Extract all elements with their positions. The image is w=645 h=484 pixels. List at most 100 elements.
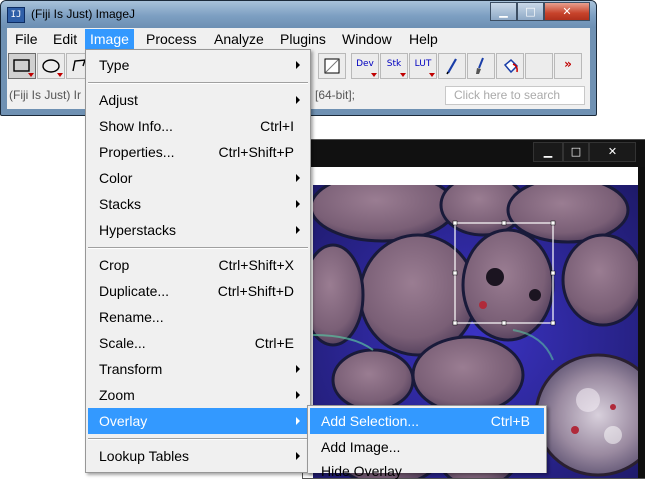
shortcut-label: Ctrl+Shift+P	[218, 144, 294, 160]
menu-item-properties[interactable]: Properties... Ctrl+Shift+P	[88, 139, 308, 165]
color-picker-tool[interactable]	[318, 53, 346, 79]
menu-separator	[88, 82, 308, 84]
submenu-arrow-icon	[296, 200, 300, 208]
menu-process[interactable]: Process	[141, 29, 202, 50]
status-text: (Fiji Is Just) Ir	[9, 88, 81, 102]
menu-item-duplicate[interactable]: Duplicate... Ctrl+Shift+D	[88, 278, 308, 304]
dev-label: Dev	[356, 59, 374, 69]
double-chevron-icon: »	[564, 57, 572, 71]
pencil-tool[interactable]	[438, 53, 466, 79]
empty-tool-slot[interactable]	[525, 53, 553, 79]
menu-item-label: Duplicate...	[99, 283, 170, 299]
submenu-arrow-icon	[296, 452, 300, 460]
menu-item-label: Adjust	[99, 92, 138, 108]
menu-plugins[interactable]: Plugins	[275, 29, 331, 50]
submenu-arrow-icon	[296, 174, 300, 182]
menu-window[interactable]: Window	[337, 29, 397, 50]
rectangle-tool[interactable]	[8, 53, 36, 79]
menu-item-crop[interactable]: Crop Ctrl+Shift+X	[88, 252, 308, 278]
menu-item-adjust[interactable]: Adjust	[88, 87, 308, 113]
shortcut-label: Ctrl+B	[490, 413, 530, 429]
submenu-arrow-icon	[296, 391, 300, 399]
image-window-title-bar[interactable]: ▁ □ ✕	[303, 140, 645, 167]
menu-item-label: Stacks	[99, 196, 142, 212]
menu-item-label: Show Info...	[99, 118, 173, 134]
shortcut-label: Ctrl+Shift+D	[217, 283, 294, 299]
menu-item-label: Scale...	[99, 335, 146, 351]
menu-item-label: Transform	[99, 361, 163, 377]
menu-item-transform[interactable]: Transform	[88, 356, 308, 382]
paint-bucket-icon	[503, 58, 519, 74]
menu-image[interactable]: Image	[85, 29, 134, 50]
tool-menu-arrow-icon	[400, 73, 406, 77]
menu-item-lookup-tables[interactable]: Lookup Tables	[88, 443, 308, 469]
lut-label: LUT	[414, 59, 432, 69]
menu-separator	[88, 438, 308, 440]
image-close-button[interactable]: ✕	[589, 142, 636, 162]
menu-file[interactable]: File	[10, 29, 43, 50]
submenu-arrow-icon	[296, 96, 300, 104]
flood-fill-tool[interactable]	[496, 53, 524, 79]
brush-tool[interactable]	[467, 53, 495, 79]
menu-item-label: Hide Overlay	[321, 463, 402, 479]
shortcut-label: Ctrl+I	[260, 118, 294, 134]
pencil-icon	[446, 58, 457, 75]
menu-item-label: Zoom	[99, 387, 135, 403]
stk-label: Stk	[386, 59, 402, 69]
maximize-button[interactable]: □	[517, 2, 544, 21]
menu-item-label: Rename...	[99, 309, 164, 325]
menu-item-stacks[interactable]: Stacks	[88, 191, 308, 217]
submenu-arrow-icon	[296, 226, 300, 234]
submenu-arrow-icon	[296, 61, 300, 69]
tool-menu-arrow-icon	[371, 73, 377, 77]
menu-item-scale[interactable]: Scale... Ctrl+E	[88, 330, 308, 356]
menu-item-label: Crop	[99, 257, 130, 273]
menu-item-label: Add Selection...	[321, 413, 420, 429]
menu-item-hide-overlay[interactable]: Hide Overlay	[310, 458, 544, 484]
oval-tool[interactable]	[37, 53, 65, 79]
window-title: (Fiji Is Just) ImageJ	[31, 7, 136, 21]
shortcut-label: Ctrl+E	[254, 335, 294, 351]
search-input[interactable]: Click here to search	[445, 86, 585, 105]
menu-analyze[interactable]: Analyze	[209, 29, 269, 50]
menu-item-type[interactable]: Type	[88, 52, 308, 78]
tool-menu-arrow-icon	[28, 73, 34, 77]
image-menu: Type Adjust Show Info... Ctrl+I Propertie…	[85, 49, 311, 473]
menu-item-label: Hyperstacks	[99, 222, 177, 238]
menu-edit[interactable]: Edit	[48, 29, 82, 50]
dev-tool[interactable]: Dev	[351, 53, 379, 79]
lut-tool[interactable]: LUT	[409, 53, 437, 79]
menu-item-hyperstacks[interactable]: Hyperstacks	[88, 217, 308, 243]
minimize-button[interactable]: ▁	[490, 2, 517, 21]
overlay-submenu: Add Selection... Ctrl+B Add Image... Hide…	[307, 405, 547, 479]
status-text-right: [64-bit];	[315, 88, 356, 102]
menu-separator	[88, 247, 308, 249]
image-maximize-button[interactable]: □	[563, 142, 589, 162]
close-button[interactable]: ✕	[544, 2, 590, 21]
menu-item-rename[interactable]: Rename...	[88, 304, 308, 330]
more-tools-button[interactable]: »	[554, 53, 582, 79]
submenu-arrow-icon	[296, 417, 300, 425]
menu-item-label: Add Image...	[321, 439, 401, 455]
menu-item-zoom[interactable]: Zoom	[88, 382, 308, 408]
menu-item-color[interactable]: Color	[88, 165, 308, 191]
brush-icon	[476, 57, 484, 74]
menu-item-label: Properties...	[99, 144, 175, 160]
tool-menu-arrow-icon	[57, 73, 63, 77]
stk-tool[interactable]: Stk	[380, 53, 408, 79]
menu-item-label: Overlay	[99, 413, 148, 429]
menu-item-add-image[interactable]: Add Image...	[310, 434, 544, 460]
menu-item-show-info[interactable]: Show Info... Ctrl+I	[88, 113, 308, 139]
title-bar[interactable]: IJ (Fiji Is Just) ImageJ ▁ □ ✕	[1, 1, 596, 28]
menu-help[interactable]: Help	[404, 29, 443, 50]
menu-item-label: Color	[99, 170, 133, 186]
imagej-app-icon: IJ	[7, 7, 25, 23]
tool-menu-arrow-icon	[429, 73, 435, 77]
menu-item-add-selection[interactable]: Add Selection... Ctrl+B	[310, 408, 544, 434]
menu-item-overlay[interactable]: Overlay	[88, 408, 308, 434]
color-swatch-icon	[324, 58, 340, 74]
menu-item-label: Lookup Tables	[99, 448, 190, 464]
image-minimize-button[interactable]: ▁	[533, 142, 563, 162]
shortcut-label: Ctrl+Shift+X	[218, 257, 294, 273]
submenu-arrow-icon	[296, 365, 300, 373]
